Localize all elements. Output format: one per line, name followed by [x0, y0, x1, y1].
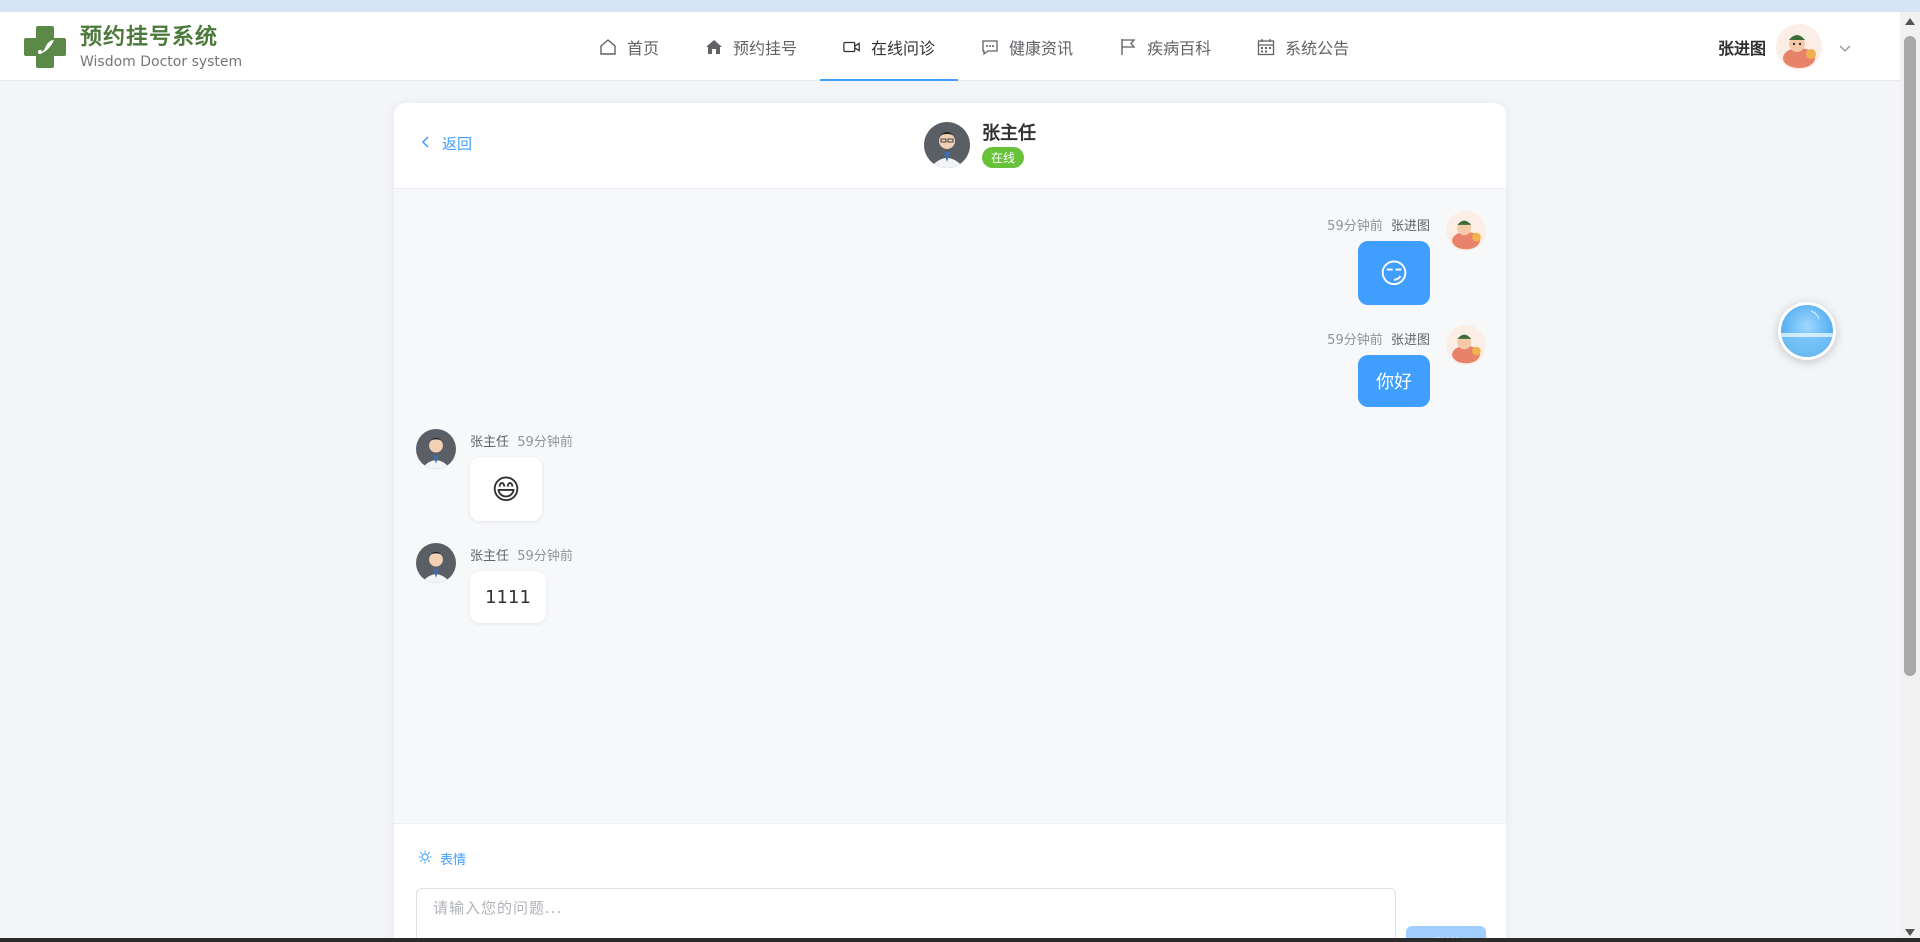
message-bubble: 😏 [1358, 241, 1430, 305]
flag-icon [1119, 38, 1137, 56]
sun-icon [418, 850, 432, 868]
message-time: 59分钟前 [517, 549, 573, 564]
back-label: 返回 [442, 135, 473, 153]
home-outline-icon [599, 38, 617, 56]
emoji-button[interactable]: 表情 [418, 849, 466, 868]
chat-dots-icon [981, 38, 999, 56]
back-button[interactable]: 返回 [420, 133, 472, 154]
floating-assistant-button[interactable] [1778, 302, 1836, 360]
doctor-info: 张主任 在线 [924, 122, 1036, 168]
chevron-down-icon[interactable] [1838, 40, 1852, 54]
chat-header: 返回 张主任 在线 [394, 103, 1506, 189]
doctor-avatar [416, 429, 456, 469]
message-time: 59分钟前 [517, 435, 573, 450]
message-meta: 张主任 59分钟前 [470, 545, 573, 564]
nav-item-announcements[interactable]: 系统公告 [1234, 12, 1372, 81]
nav-label-appointment: 预约挂号 [733, 38, 798, 58]
scroll-thumb[interactable] [1904, 36, 1916, 676]
chat-panel: 返回 张主任 在线 59分钟前 张进图 😏 59分钟前 张进图 你好 张主任 5… [394, 103, 1506, 942]
doctor-name: 张主任 [982, 123, 1036, 144]
message-bubble: 1111 [470, 571, 546, 623]
nav-label-health-news: 健康资讯 [1009, 38, 1074, 58]
home-filled-icon [705, 38, 723, 56]
message-meta: 59分钟前 张进图 [1327, 215, 1430, 234]
nav-item-home[interactable]: 首页 [576, 12, 682, 81]
doctor-avatar [416, 543, 456, 583]
nav-label-announcements: 系统公告 [1285, 38, 1350, 58]
message-sender: 张进图 [1390, 219, 1430, 234]
sky-globe-icon [1781, 305, 1833, 357]
message-composer: 表情 发送 [394, 823, 1506, 942]
user-avatar [1446, 325, 1486, 365]
nav-item-appointment[interactable]: 预约挂号 [682, 12, 820, 81]
medical-cross-logo-icon [22, 24, 68, 70]
calendar-icon [1257, 38, 1275, 56]
user-avatar[interactable] [1776, 24, 1822, 70]
browser-top-strip [0, 0, 1920, 12]
scroll-up-arrow-icon[interactable] [1905, 18, 1915, 25]
bottom-edge [0, 938, 1920, 942]
doctor-avatar [924, 122, 970, 168]
logo-subtitle: Wisdom Doctor system [80, 54, 243, 70]
nav-label-online-consult: 在线问诊 [871, 38, 936, 58]
message-meta: 59分钟前 张进图 [1327, 329, 1430, 348]
nav-label-disease-wiki: 疾病百科 [1147, 38, 1212, 58]
main-nav: 首页 预约挂号 在线问诊 健康资讯 疾病百科 系统公告 [576, 12, 1372, 81]
message-list: 59分钟前 张进图 😏 59分钟前 张进图 你好 张主任 59分钟前 😄 张主任… [394, 189, 1506, 823]
message-sender: 张主任 [470, 549, 510, 564]
message-bubble: 😄 [470, 457, 542, 521]
chevron-left-icon [420, 135, 430, 153]
message-input[interactable] [416, 888, 1396, 942]
message-time: 59分钟前 [1327, 219, 1383, 234]
logo[interactable]: 预约挂号系统 Wisdom Doctor system [22, 24, 242, 72]
message-sender: 张进图 [1390, 333, 1430, 348]
message-bubble: 你好 [1358, 355, 1430, 407]
user-name: 张进图 [1717, 39, 1766, 58]
nav-item-health-news[interactable]: 健康资讯 [958, 12, 1096, 81]
message-meta: 张主任 59分钟前 [470, 431, 573, 450]
status-badge: 在线 [982, 147, 1025, 168]
nav-item-online-consult[interactable]: 在线问诊 [820, 12, 959, 81]
message-sender: 张主任 [470, 435, 510, 450]
emoji-label: 表情 [440, 853, 467, 868]
video-camera-icon [843, 38, 861, 56]
nav-label-home: 首页 [627, 38, 660, 58]
nav-item-disease-wiki[interactable]: 疾病百科 [1096, 12, 1234, 81]
app-header: 预约挂号系统 Wisdom Doctor system 首页 预约挂号 在线问诊 [0, 12, 1900, 81]
scroll-down-arrow-icon[interactable] [1905, 929, 1915, 936]
message-time: 59分钟前 [1327, 333, 1383, 348]
user-avatar [1446, 211, 1486, 251]
page-scrollbar[interactable] [1900, 12, 1920, 942]
user-menu[interactable]: 张进图 [1718, 22, 1852, 72]
logo-title: 预约挂号系统 [80, 25, 219, 50]
